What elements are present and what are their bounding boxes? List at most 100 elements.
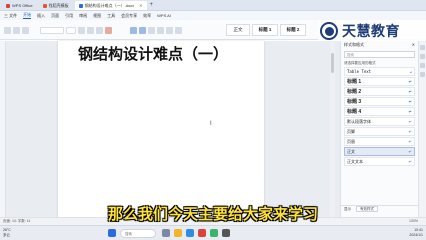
cut-icon[interactable] [13,26,20,34]
properties-icon[interactable] [420,63,425,68]
style-item[interactable]: 标题 2 ↵ [344,87,415,96]
chevron-down-icon[interactable]: ↵ [409,159,412,164]
menu-review[interactable]: 审阅 [79,13,87,19]
chevron-down-icon[interactable]: ↵ [409,89,412,94]
menu-page[interactable]: 页面 [51,13,59,19]
style-item[interactable]: 页脚 ↵ [344,127,415,136]
close-icon[interactable]: ✕ [139,1,142,10]
font-group [40,23,112,37]
menu-tools[interactable]: 工具 [107,13,115,19]
align-left-icon[interactable] [148,26,155,34]
tab-label: 钢结构设计难点（一）.docx [84,3,135,8]
text-cursor-icon: Ι [210,121,212,127]
font-size-select[interactable] [66,26,76,34]
tab-label: WPS Office [12,3,33,8]
underline-icon[interactable] [96,26,103,34]
brand-logo: 天慧教育 [318,20,426,42]
style-heading-1[interactable]: 标题 1 [252,24,278,36]
vertical-scrollbar[interactable] [330,41,335,217]
numbered-list-icon[interactable] [139,26,146,34]
title-bar: WPS Office 找稻壳模板 钢结构设计难点（一）.docx ✕ + [0,0,426,11]
document-title[interactable]: 钢结构设计难点（一） [78,43,228,64]
taskbar: 26°C 多云 搜索 10:41 2024/1/1 [0,225,426,240]
style-item[interactable]: 默认段落字体 ↵ [344,117,415,126]
logo-text: 天慧教育 [342,24,400,40]
font-color-icon[interactable] [105,26,112,34]
clock-date: 2024/1/1 [409,232,423,237]
menu-member[interactable]: 会员专享 [121,13,137,19]
menu-view[interactable]: 视图 [93,13,101,19]
new-tab-icon[interactable]: + [150,1,154,10]
menu-references[interactable]: 引用 [65,13,73,19]
vertical-ruler [0,41,6,217]
chevron-down-icon[interactable]: ↵ [409,139,412,144]
chevron-down-icon[interactable]: ↵ [409,79,412,84]
style-item[interactable]: 标题 1 ↵ [344,77,415,86]
chevron-down-icon[interactable]: ↵ [409,119,412,124]
style-item-label: 标题 1 [347,79,362,85]
style-heading-2[interactable]: 标题 2 [280,24,306,36]
tab-wps-office[interactable]: WPS Office [2,1,37,10]
weather-widget[interactable]: 26°C 多云 [3,228,11,237]
chevron-down-icon[interactable]: ↵ [409,109,412,114]
file-explorer-icon[interactable] [174,229,182,237]
style-normal[interactable]: 正文 [226,24,250,36]
align-right-icon[interactable] [166,26,173,34]
style-item-label: 标题 4 [347,109,362,115]
panel-title: 样式和格式 [344,42,364,47]
menu-wps-ai[interactable]: WPS AI [157,13,171,18]
logo-seal-icon [320,22,338,40]
bullet-list-icon[interactable] [130,26,137,34]
wps-icon [6,3,10,8]
italic-icon[interactable] [87,26,94,34]
font-family-select[interactable] [40,26,64,34]
weather-desc: 多云 [3,232,10,237]
menu-home[interactable]: 开始 [23,12,32,19]
right-sidebar [418,41,426,217]
bold-icon[interactable] [78,26,85,34]
align-center-icon[interactable] [157,26,164,34]
style-item[interactable]: Table Text ↵ [344,67,415,76]
panel-header: 样式和格式 ✕ [341,41,418,49]
menu-efficiency[interactable]: 效率 [143,13,151,19]
tab-templates[interactable]: 找稻壳模板 [39,1,73,10]
style-item[interactable]: 标题 3 ↵ [344,97,415,106]
weather-temp: 26°C [3,228,11,232]
wechat-icon[interactable] [210,229,218,237]
scrollbar-thumb[interactable] [331,53,334,73]
close-icon[interactable]: ✕ [412,41,415,49]
wps-taskbar-icon[interactable] [198,229,206,237]
tab-document[interactable]: 钢结构设计难点（一）.docx ✕ [74,1,147,10]
chevron-down-icon[interactable]: ↵ [409,129,412,134]
menu-file[interactable]: 三 文件 [4,13,17,19]
document-icon [78,3,83,8]
style-item-label: 默认段落字体 [347,118,371,124]
style-item-label: 页脚 [347,128,355,134]
chevron-down-icon[interactable]: ↵ [409,149,412,154]
chevron-down-icon[interactable]: ↵ [410,69,412,74]
format-painter-icon[interactable] [22,26,29,34]
chevron-down-icon[interactable]: ↵ [409,99,412,104]
style-item[interactable]: 正文文本 ↵ [344,157,415,166]
panel-subtitle: 请选择要应用的格式 [344,61,376,65]
browser-icon[interactable] [186,229,194,237]
share-icon[interactable] [420,72,425,77]
tab-label: 找稻壳模板 [48,3,69,8]
line-spacing-icon[interactable] [175,26,182,34]
styles-icon[interactable] [420,45,425,50]
style-search-input[interactable]: 搜索 [344,51,415,58]
style-item[interactable]: 页眉 ↵ [344,137,415,146]
template-icon [42,3,47,8]
style-item-label: 正文 [347,148,355,154]
paste-icon[interactable] [4,26,11,34]
taskbar-search[interactable]: 搜索 [120,229,156,238]
select-icon[interactable] [420,54,425,59]
style-item[interactable]: 标题 4 ↵ [344,107,415,116]
document-page[interactable]: 钢结构设计难点（一） Ι [58,41,264,217]
start-icon[interactable] [108,229,116,237]
app-icon[interactable] [222,229,230,237]
system-clock[interactable]: 10:41 2024/1/1 [409,228,423,237]
task-view-icon[interactable] [162,229,170,237]
style-item-selected[interactable]: 正文 ↵ [344,147,415,156]
menu-insert[interactable]: 插入 [37,13,45,19]
